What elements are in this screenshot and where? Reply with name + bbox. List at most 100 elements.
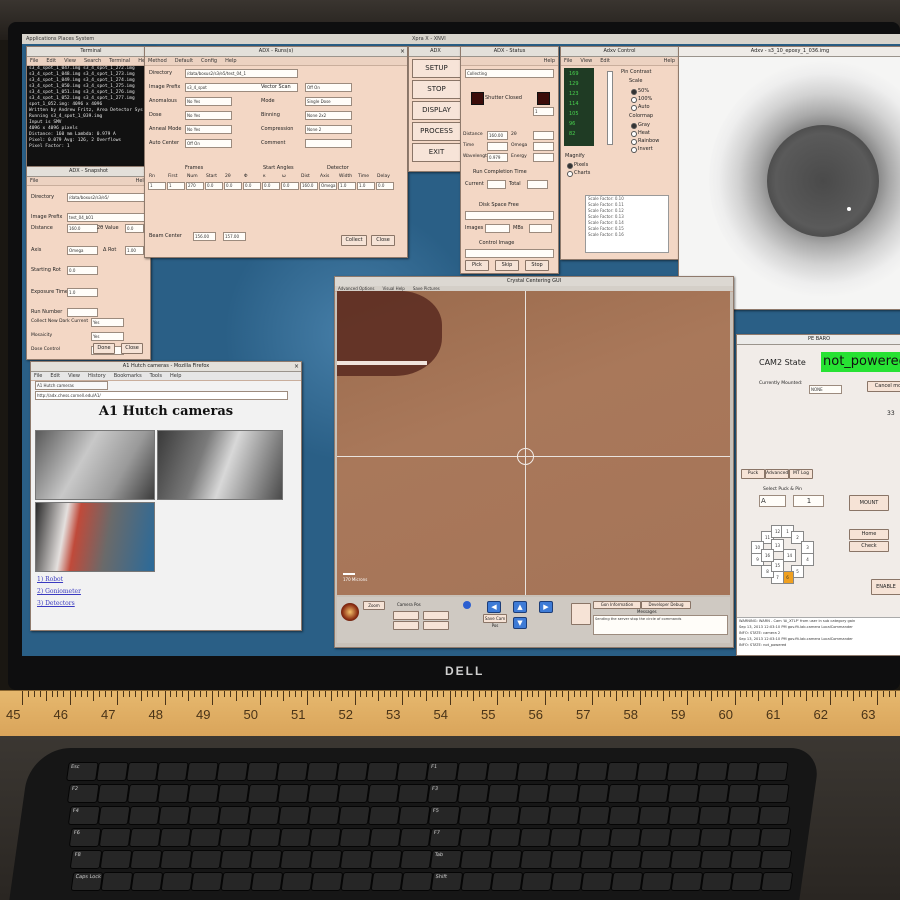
scale-radio[interactable] [631, 89, 637, 95]
tab-developer-debug[interactable]: Developer Debug [641, 601, 691, 609]
menu-edit[interactable]: Edit [50, 373, 60, 379]
menu-file[interactable]: File [30, 178, 38, 184]
link-goniometer[interactable]: 2) Goniometer [37, 588, 81, 595]
arrow-left-icon[interactable]: ◀ [487, 601, 501, 613]
menu-file[interactable]: File [564, 58, 572, 64]
crystal-centering-window[interactable]: Crystal Centering GUI Advanced Options Vi… [334, 276, 734, 648]
firefox-window[interactable]: A1 Hutch cameras - Mozilla Firefox × File… [30, 361, 302, 631]
camera-feed-detectors[interactable] [35, 502, 155, 572]
menu-help[interactable]: Help [170, 373, 181, 379]
terminal-output[interactable]: s3_4_spot_1_047.img s3_4_spot_1_272.img s… [27, 66, 155, 150]
menu-default[interactable]: Default [175, 58, 193, 64]
stop-button[interactable]: STOP [412, 80, 461, 99]
snapshot-field-input[interactable]: 0.0 [67, 266, 98, 275]
snapshot-field-input[interactable] [67, 308, 98, 317]
runs-option-input[interactable]: None 2 [305, 125, 352, 134]
puck-position[interactable]: 14 [783, 549, 796, 562]
menu-help[interactable]: Help [664, 57, 675, 65]
snapshot-field-input[interactable]: /data/boxus2/s3/e5/ [67, 193, 148, 202]
snapshot-window[interactable]: ADX - Snapshot× FileHelp Directory/data/… [26, 166, 151, 360]
link-robot[interactable]: 1) Robot [37, 576, 63, 583]
home-button[interactable]: Home [849, 529, 889, 540]
runs-table-cell[interactable]: 1.0 [338, 182, 356, 190]
adx-menu-window[interactable]: ADX SETUP STOP DISPLAY PROCESS EXIT [408, 46, 463, 172]
pe-titlebar[interactable]: PE BARO [737, 335, 900, 345]
menu-history[interactable]: History [88, 373, 106, 379]
panel-menu[interactable]: Applications Places System [26, 34, 94, 44]
exit-button[interactable]: EXIT [412, 143, 461, 162]
colormap-radio[interactable] [631, 131, 637, 137]
terminal-window[interactable]: Terminal× FileEditViewSearchTerminalHelp… [26, 46, 156, 176]
runs-field-input[interactable]: No Yes [185, 97, 232, 106]
tab-mt-log[interactable]: MT Log [789, 469, 813, 479]
crystal-camera-view[interactable]: 170 Microns [337, 291, 730, 595]
runs-table-cell[interactable]: Omega [319, 182, 337, 190]
check-button[interactable]: Check [849, 541, 889, 552]
display-button[interactable]: DISPLAY [412, 101, 461, 120]
tab-puck[interactable]: Puck [741, 469, 765, 479]
process-button[interactable]: PROCESS [412, 122, 461, 141]
step-buttons[interactable] [571, 603, 591, 625]
puck-select[interactable]: A [759, 495, 786, 507]
camera-pos-button[interactable] [423, 621, 449, 630]
runs-option-input[interactable]: Off On [305, 83, 352, 92]
menu-help[interactable]: Help [225, 58, 236, 64]
menu-edit[interactable]: Edit [600, 58, 610, 64]
mount-button[interactable]: MOUNT [849, 495, 889, 511]
snapshot-toggle[interactable]: Yes [91, 318, 124, 327]
beam-y-field[interactable]: 157.00 [223, 232, 246, 241]
menu-help[interactable]: Help [544, 57, 555, 65]
contrast-slider[interactable] [607, 71, 613, 145]
runs-option-input[interactable]: None 2x2 [305, 111, 352, 120]
adxv-info-list[interactable]: Scale Factor: 0.10 Scale Factor: 0.11 Scal… [585, 195, 669, 253]
messages-box[interactable]: Sending the server stop the circle of co… [593, 615, 728, 635]
diffraction-titlebar[interactable]: Adxv - s3_10_epoxy_1_036.img [679, 47, 900, 57]
runs-field-input[interactable]: No Yes [185, 111, 232, 120]
runs-table-cell[interactable]: 0.0 [262, 182, 280, 190]
list-item[interactable]: Scale Factor: 0.16 [586, 232, 668, 238]
magnify-radio[interactable] [567, 171, 573, 177]
close-icon[interactable]: × [294, 362, 299, 371]
snapshot-field-input[interactable]: 160.0 [67, 224, 98, 233]
adxv-titlebar[interactable]: Adxv Control [561, 47, 678, 57]
menu-file[interactable]: File [30, 58, 38, 64]
crosshair-center[interactable] [517, 448, 534, 465]
menu-method[interactable]: Method [148, 58, 167, 64]
stop-status-button[interactable]: Stop [525, 260, 549, 271]
runs-window[interactable]: ADX - Runs(s) × Method Default Config Help D… [144, 46, 408, 258]
arrow-down-icon[interactable]: ▼ [513, 617, 527, 629]
camera-feed-goniometer[interactable] [157, 430, 283, 500]
menu-terminal[interactable]: Terminal [109, 58, 130, 64]
menu-file[interactable]: File [34, 373, 42, 379]
pick-button[interactable]: Pick [465, 260, 489, 271]
enable-button[interactable]: ENABLE [871, 579, 900, 595]
scale-radio[interactable] [631, 105, 637, 111]
runs-option-input[interactable] [305, 139, 352, 148]
colormap-radio[interactable] [631, 123, 637, 129]
url-bar[interactable]: http://adx.chess.cornell.edu/A1/ [35, 391, 288, 400]
done-button[interactable]: Done [93, 343, 115, 354]
runs-table-cell[interactable]: 0.0 [205, 182, 223, 190]
runs-table-cell[interactable]: 160.0 [300, 182, 318, 190]
adxv-control-window[interactable]: Adxv Control File View Edit Help 169 129 123 1… [560, 46, 679, 260]
runs-table-cell[interactable]: 0.0 [243, 182, 261, 190]
runs-field-input[interactable]: /data/boxus2/s3/e5/test_04_1 [185, 69, 298, 78]
adx-titlebar[interactable]: ADX [409, 47, 462, 57]
snapshot-field-input[interactable]: test_04_b01 [67, 213, 148, 222]
runs-table-cell[interactable]: 0.0 [281, 182, 299, 190]
menu-config[interactable]: Config [201, 58, 217, 64]
robot-control-window[interactable]: PE BARO CAM2 State not_powered Currently… [736, 334, 900, 656]
beam-x-field[interactable]: 156.00 [193, 232, 216, 241]
save-cam-pos-button[interactable]: Save Cam Pos [483, 614, 507, 628]
camera-feed-robot[interactable] [35, 430, 155, 500]
collect-button[interactable]: Collect [341, 235, 367, 246]
close-button[interactable]: Close [371, 235, 395, 246]
browser-tab[interactable]: A1 Hutch cameras [35, 381, 108, 390]
runs-field-input[interactable]: Off On [185, 139, 232, 148]
zoom-button[interactable]: Zoom [363, 601, 385, 610]
camera-pos-button[interactable] [393, 621, 419, 630]
setup-button[interactable]: SETUP [412, 59, 461, 78]
menu-view[interactable]: View [68, 373, 80, 379]
menu-tools[interactable]: Tools [150, 373, 162, 379]
status-titlebar[interactable]: ADX - Status [461, 47, 558, 57]
